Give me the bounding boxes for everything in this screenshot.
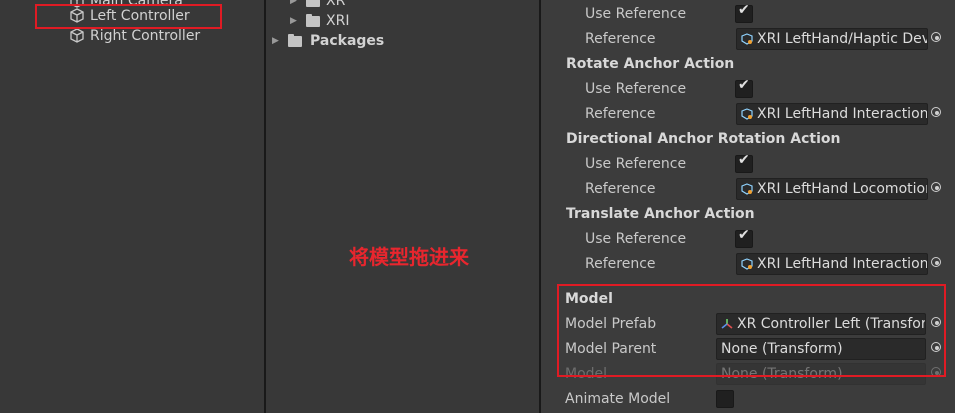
checkmark-icon: ✔ bbox=[738, 227, 750, 243]
reference-label: Reference bbox=[585, 181, 656, 197]
folder-icon bbox=[306, 14, 320, 27]
checkmark-icon: ✔ bbox=[738, 152, 750, 168]
rotate-use-reference-checkbox[interactable]: ✔ bbox=[735, 77, 753, 98]
animate-model-checkbox[interactable] bbox=[716, 390, 734, 408]
expand-arrow-icon[interactable]: ▶ bbox=[272, 29, 279, 53]
folder-icon bbox=[288, 34, 302, 47]
use-reference-label: Use Reference bbox=[585, 6, 687, 22]
directional-use-reference-checkbox[interactable]: ✔ bbox=[735, 152, 753, 173]
annotation-text: 将模型拖进来 bbox=[349, 245, 469, 269]
model-highlight-box bbox=[557, 284, 946, 377]
reference-label: Reference bbox=[585, 106, 656, 122]
project-item-label: Packages bbox=[310, 33, 385, 49]
animate-model-label: Animate Model bbox=[565, 391, 671, 407]
haptic-use-reference-checkbox[interactable]: ✔ bbox=[735, 2, 753, 23]
project-folder-packages[interactable]: ▶ Packages bbox=[266, 29, 539, 53]
use-reference-label: Use Reference bbox=[585, 231, 687, 247]
object-picker-icon[interactable] bbox=[928, 254, 946, 272]
left-controller-highlight-box bbox=[35, 4, 222, 29]
object-picker-icon[interactable] bbox=[928, 29, 946, 47]
reference-label: Reference bbox=[585, 31, 656, 47]
rotate-reference-field[interactable]: XRI LeftHand Interaction/Rotate Anchor bbox=[736, 103, 928, 125]
object-picker-icon[interactable] bbox=[928, 179, 946, 197]
use-reference-label: Use Reference bbox=[585, 81, 687, 97]
rotate-reference-value: XRI LeftHand Interaction/Rotate Anchor bbox=[757, 106, 928, 122]
checkmark-icon: ✔ bbox=[738, 77, 750, 93]
project-panel: ▶ XR ▶ XRI ▶ Packages bbox=[266, 0, 539, 413]
input-action-reference-icon bbox=[741, 33, 753, 45]
hierarchy-panel: Main Camera Left Controller Right Contro… bbox=[0, 0, 264, 413]
haptic-reference-field[interactable]: XRI LeftHand/Haptic Device bbox=[736, 28, 928, 50]
translate-reference-field[interactable]: XRI LeftHand Interaction/Translate Ancho… bbox=[736, 253, 928, 275]
rotate-anchor-section-title: Rotate Anchor Action bbox=[566, 56, 735, 72]
folder-icon bbox=[306, 0, 320, 7]
input-action-reference-icon bbox=[741, 183, 753, 195]
object-picker-icon[interactable] bbox=[928, 104, 946, 122]
directional-anchor-section-title: Directional Anchor Rotation Action bbox=[566, 131, 841, 147]
translate-use-reference-checkbox[interactable]: ✔ bbox=[735, 227, 753, 248]
gameobject-cube-icon bbox=[70, 28, 84, 43]
haptic-reference-value: XRI LeftHand/Haptic Device bbox=[757, 31, 928, 47]
directional-reference-value: XRI LeftHand Locomotion/Directional Anch… bbox=[757, 181, 927, 197]
input-action-reference-icon bbox=[741, 108, 753, 120]
checkmark-icon: ✔ bbox=[738, 2, 750, 18]
translate-anchor-section-title: Translate Anchor Action bbox=[566, 206, 755, 222]
use-reference-label: Use Reference bbox=[585, 156, 687, 172]
directional-reference-field[interactable]: XRI LeftHand Locomotion/Directional Anch… bbox=[736, 178, 928, 200]
reference-label: Reference bbox=[585, 256, 656, 272]
input-action-reference-icon bbox=[741, 258, 753, 270]
translate-reference-value: XRI LeftHand Interaction/Translate Ancho… bbox=[757, 256, 928, 272]
